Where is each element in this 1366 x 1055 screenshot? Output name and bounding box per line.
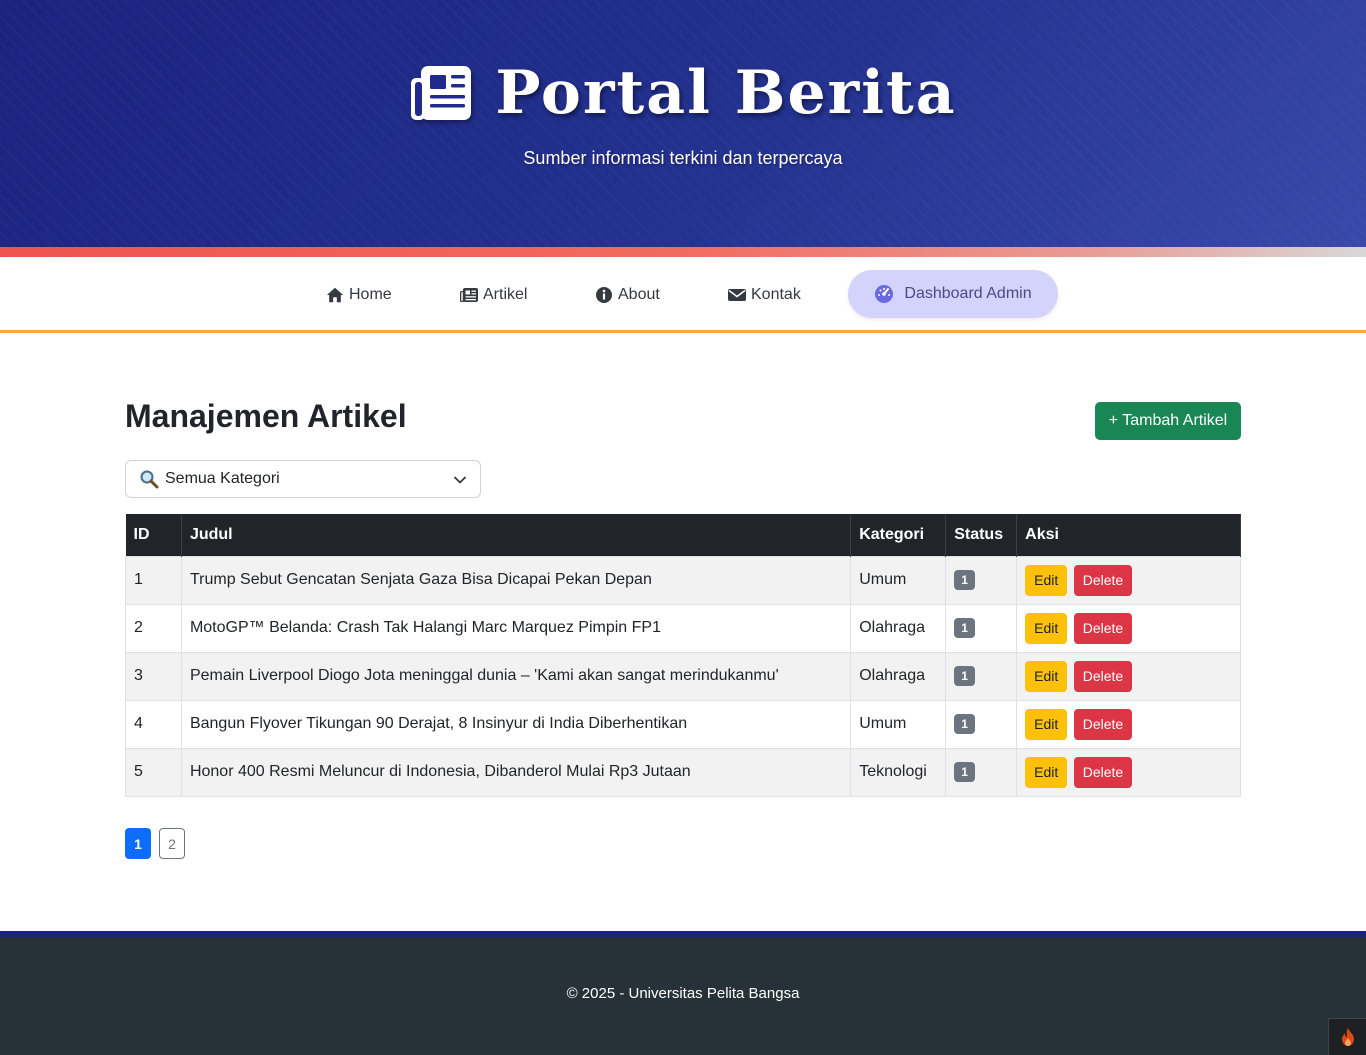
cell-id: 2 xyxy=(125,603,182,653)
brand: Portal Berita xyxy=(0,58,1366,128)
table-row: 2 MotoGP™ Belanda: Crash Tak Halangi Mar… xyxy=(125,603,1241,653)
category-filter-select[interactable]: Semua Kategori xyxy=(125,460,481,498)
table-row: 5 Honor 400 Resmi Meluncur di Indonesia,… xyxy=(125,747,1241,797)
column-header-status: Status xyxy=(945,514,1018,556)
home-icon xyxy=(326,287,344,303)
cell-id: 1 xyxy=(125,555,182,605)
column-header-judul: Judul xyxy=(181,514,852,556)
newspaper-icon xyxy=(411,66,472,120)
dashboard-admin-label: Dashboard Admin xyxy=(904,285,1032,302)
cell-judul: Bangun Flyover Tikungan 90 Derajat, 8 In… xyxy=(180,699,852,749)
nav-home[interactable]: Home xyxy=(326,283,392,307)
page-title: Manajemen Artikel xyxy=(125,398,407,434)
edit-button[interactable]: Edit xyxy=(1025,660,1068,692)
page-link-2[interactable]: 2 xyxy=(159,828,185,859)
nav-artikel[interactable]: Artikel xyxy=(460,283,527,307)
delete-button[interactable]: Delete xyxy=(1073,612,1133,644)
edit-button[interactable]: Edit xyxy=(1025,564,1068,596)
table-header-row: ID Judul Kategori Status Aksi xyxy=(125,514,1241,556)
cell-id: 3 xyxy=(125,651,182,701)
delete-button[interactable]: Delete xyxy=(1073,660,1133,692)
add-article-button[interactable]: + Tambah Artikel xyxy=(1095,402,1241,440)
cell-aksi: Edit Delete xyxy=(1016,651,1241,701)
cell-judul: Trump Sebut Gencatan Senjata Gaza Bisa D… xyxy=(180,555,852,605)
category-filter-value: Semua Kategori xyxy=(165,470,280,487)
edit-button[interactable]: Edit xyxy=(1025,612,1068,644)
site-title: Portal Berita xyxy=(495,58,957,128)
status-badge: 1 xyxy=(954,618,975,638)
header-stripe xyxy=(0,247,1366,257)
nav-about[interactable]: About xyxy=(595,283,660,307)
edit-button[interactable]: Edit xyxy=(1025,708,1068,740)
cell-kategori: Olahraga xyxy=(850,603,947,653)
cell-kategori: Olahraga xyxy=(850,651,947,701)
nav-home-label: Home xyxy=(349,286,392,303)
status-badge: 1 xyxy=(954,762,975,782)
column-header-id: ID xyxy=(125,514,182,556)
delete-button[interactable]: Delete xyxy=(1073,564,1133,596)
cell-kategori: Teknologi xyxy=(850,747,947,797)
page-link-1[interactable]: 1 xyxy=(125,828,151,859)
cell-status: 1 xyxy=(945,555,1018,605)
newspaper-icon xyxy=(460,288,478,302)
magnifier-icon xyxy=(140,470,159,489)
cell-status: 1 xyxy=(945,699,1018,749)
status-badge: 1 xyxy=(954,570,975,590)
site-tagline: Sumber informasi terkini dan terpercaya xyxy=(523,148,843,168)
cell-judul: MotoGP™ Belanda: Crash Tak Halangi Marc … xyxy=(180,603,852,653)
cell-id: 4 xyxy=(125,699,182,749)
nav-kontak[interactable]: Kontak xyxy=(728,283,801,307)
cell-judul: Pemain Liverpool Diogo Jota meninggal du… xyxy=(180,651,852,701)
pagination: 1 2 xyxy=(125,828,185,859)
nav-artikel-label: Artikel xyxy=(483,286,528,303)
chevron-down-icon xyxy=(454,476,466,484)
main-nav: Home Artikel About Kontak Dashboard Admi… xyxy=(0,257,1366,333)
cell-kategori: Umum xyxy=(850,699,947,749)
table-row: 3 Pemain Liverpool Diogo Jota meninggal … xyxy=(125,651,1241,701)
cell-aksi: Edit Delete xyxy=(1016,555,1241,605)
cell-kategori: Umum xyxy=(850,555,947,605)
cell-status: 1 xyxy=(945,603,1018,653)
site-footer: © 2025 - Universitas Pelita Bangsa xyxy=(0,931,1366,1055)
footer-copyright: © 2025 - Universitas Pelita Bangsa xyxy=(566,985,800,1002)
flame-icon xyxy=(1341,1028,1354,1046)
table-row: 1 Trump Sebut Gencatan Senjata Gaza Bisa… xyxy=(125,555,1241,605)
envelope-icon xyxy=(728,289,746,301)
cell-aksi: Edit Delete xyxy=(1016,603,1241,653)
status-badge: 1 xyxy=(954,666,975,686)
cell-aksi: Edit Delete xyxy=(1016,699,1241,749)
nav-about-label: About xyxy=(618,286,660,303)
cell-aksi: Edit Delete xyxy=(1016,747,1241,797)
articles-table: ID Judul Kategori Status Aksi 1 Trump Se… xyxy=(125,514,1241,797)
gauge-icon xyxy=(875,285,894,303)
cell-id: 5 xyxy=(125,747,182,797)
table-row: 4 Bangun Flyover Tikungan 90 Derajat, 8 … xyxy=(125,699,1241,749)
cell-judul: Honor 400 Resmi Meluncur di Indonesia, D… xyxy=(180,747,852,797)
info-icon xyxy=(596,287,612,303)
edit-button[interactable]: Edit xyxy=(1025,756,1068,788)
site-header: Portal Berita Sumber informasi terkini d… xyxy=(0,0,1366,247)
dashboard-admin-button[interactable]: Dashboard Admin xyxy=(848,270,1058,318)
debug-toolbar-toggle[interactable] xyxy=(1328,1018,1366,1055)
delete-button[interactable]: Delete xyxy=(1073,756,1133,788)
delete-button[interactable]: Delete xyxy=(1073,708,1133,740)
cell-status: 1 xyxy=(945,747,1018,797)
status-badge: 1 xyxy=(954,714,975,734)
column-header-aksi: Aksi xyxy=(1016,514,1241,556)
column-header-kategori: Kategori xyxy=(850,514,947,556)
cell-status: 1 xyxy=(945,651,1018,701)
nav-kontak-label: Kontak xyxy=(751,286,801,303)
